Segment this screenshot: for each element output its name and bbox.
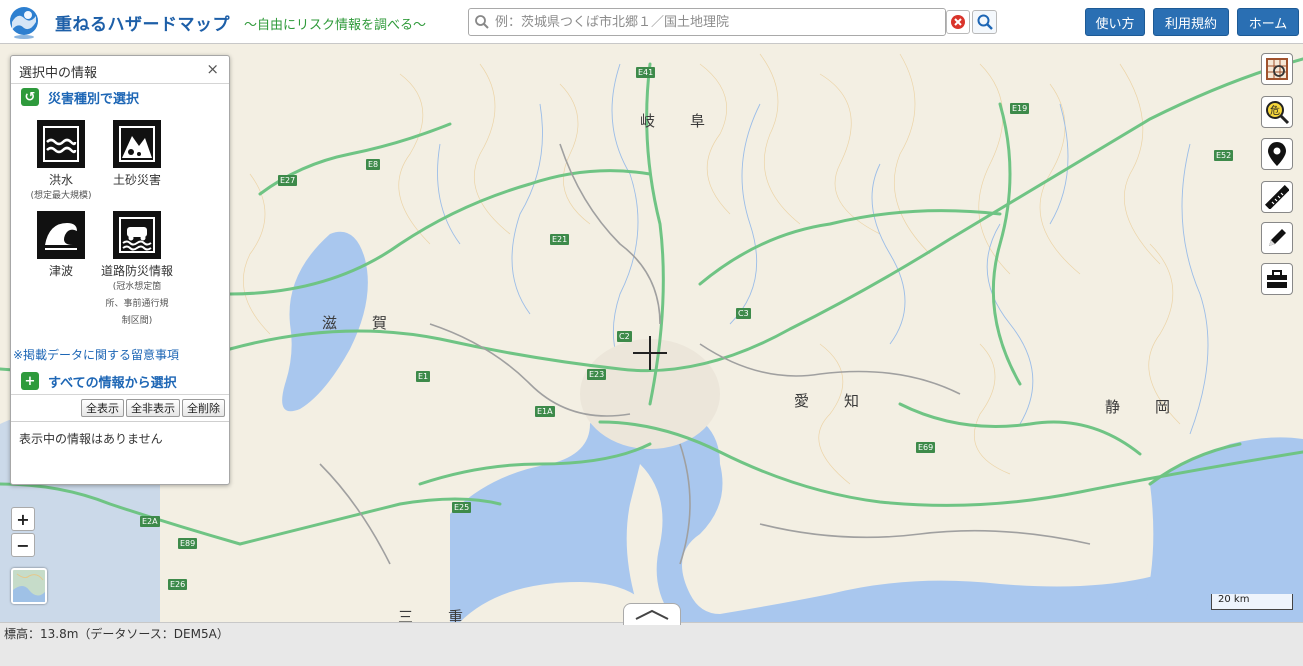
all-info-section-label: すべての情報から選択: [48, 375, 177, 391]
plus-icon: +: [21, 372, 39, 390]
basemap-thumbnail-icon: [13, 573, 45, 602]
place-gifu: 岐 阜: [640, 112, 716, 130]
ruler-button[interactable]: [1261, 181, 1293, 213]
layers-grid-icon: [1266, 58, 1288, 80]
back-arrow-icon: ↺: [21, 88, 39, 106]
layer-button-row: 全表示 全非表示 全削除: [81, 399, 225, 417]
disaster-type-section-header[interactable]: ↺ 災害種別で選択: [11, 84, 229, 110]
hazard-road-note-1: (冠水想定箇: [112, 282, 162, 292]
toolbox-button[interactable]: [1261, 263, 1293, 295]
show-all-button[interactable]: 全表示: [81, 399, 124, 417]
search-button[interactable]: [972, 10, 997, 34]
close-icon[interactable]: ×: [206, 60, 219, 78]
panel-title: 選択中の情報 ×: [11, 56, 229, 84]
map-scale-bar: 20 km: [1211, 594, 1293, 610]
road-shield: C3: [736, 308, 751, 319]
zoom-in-button[interactable]: +: [11, 507, 35, 531]
road-shield: E27: [278, 175, 298, 186]
svg-text:危: 危: [1270, 105, 1280, 117]
location-pin-icon: [1268, 142, 1286, 166]
hide-all-button[interactable]: 全非表示: [126, 399, 180, 417]
hazard-landslide-label: 土砂災害: [112, 173, 161, 187]
road-shield: E23: [587, 369, 607, 380]
road-shield: E1: [416, 371, 431, 382]
pencil-icon: [1269, 229, 1286, 246]
hazard-landslide[interactable]: 土砂災害: [92, 120, 182, 188]
road-shield: E1A: [535, 406, 555, 417]
pencil-button[interactable]: [1261, 222, 1293, 254]
app-subtitle: ～自由にリスク情報を調べる～: [244, 18, 427, 33]
hazard-road-label: 道路防災情報: [100, 264, 173, 278]
road-shield: E52: [1214, 150, 1234, 161]
road-shield: E8: [366, 159, 381, 170]
place-mie: 三 重: [398, 608, 474, 622]
tsunami-icon: [37, 211, 85, 259]
elevation-footer: 標高：13.8m（データソース：DEM5A）: [0, 622, 1303, 666]
road-shield: E41: [636, 67, 656, 78]
all-info-section-header[interactable]: + すべての情報から選択: [11, 367, 229, 395]
app-title[interactable]: 重ねるハザードマップ: [55, 10, 230, 35]
home-button[interactable]: ホーム: [1237, 8, 1299, 36]
search-box: [468, 8, 946, 36]
panel-title-text: 選択中の情報: [19, 66, 98, 81]
hazard-road-note-2: 所、事前通行規: [105, 299, 169, 309]
hazard-flood-note: (想定最大規模): [30, 191, 92, 201]
terms-button[interactable]: 利用規約: [1153, 8, 1229, 36]
landslide-icon: [113, 120, 161, 168]
hazard-search-icon: 危: [1266, 101, 1290, 125]
road-disaster-icon: [113, 211, 161, 259]
layers-grid-button[interactable]: [1261, 53, 1293, 85]
elevation-readout: 標高：13.8m（データソース：DEM5A）: [4, 627, 229, 641]
clear-search-button[interactable]: [946, 10, 970, 34]
hazard-road-disaster[interactable]: 道路防災情報 (冠水想定箇 所、事前通行規 制区間): [92, 211, 182, 330]
road-shield: E21: [550, 234, 570, 245]
road-shield: C2: [617, 331, 632, 342]
search-icon: [469, 9, 495, 35]
disaster-type-section-label: 災害種別で選択: [48, 91, 140, 107]
road-shield: E25: [452, 502, 472, 513]
ruler-icon: [1265, 185, 1289, 209]
search-input[interactable]: [495, 10, 945, 34]
zoom-out-button[interactable]: −: [11, 533, 35, 557]
expand-bottom-panel-button[interactable]: [623, 603, 681, 625]
hazard-search-button[interactable]: 危: [1261, 96, 1293, 128]
selected-info-panel: 選択中の情報 × ↺ 災害種別で選択 洪水 (想定最大規模) 土砂災害 津波 道…: [10, 55, 230, 485]
road-shield: E19: [1010, 103, 1030, 114]
chevron-up-icon: [635, 609, 669, 620]
flood-icon: [37, 120, 85, 168]
active-info-list: 表示中の情報はありません: [11, 421, 229, 485]
app-header: 重ねるハザードマップ ～自由にリスク情報を調べる～ 使い方 利用規約 ホーム: [0, 0, 1303, 44]
toolbox-icon: [1267, 270, 1287, 288]
place-aichi: 愛 知: [794, 392, 870, 410]
road-shield: E69: [916, 442, 936, 453]
hazard-road-note-3: 制区間): [121, 316, 153, 326]
globe-logo-icon[interactable]: [6, 4, 42, 40]
empty-info-message: 表示中の情報はありません: [19, 432, 163, 446]
basemap-thumbnail-button[interactable]: [11, 568, 47, 604]
road-shield: E26: [168, 579, 188, 590]
road-shield: E2A: [140, 516, 160, 527]
clear-icon: [951, 15, 965, 29]
go-search-icon: [977, 14, 993, 30]
center-crosshair-icon: [633, 336, 667, 370]
help-button[interactable]: 使い方: [1085, 8, 1145, 36]
place-shizuoka: 静 岡: [1105, 398, 1181, 416]
road-shield: E89: [178, 538, 198, 549]
data-notice-link[interactable]: ※掲載データに関する留意事項: [13, 346, 179, 363]
delete-all-button[interactable]: 全削除: [182, 399, 225, 417]
place-shiga: 滋 賀: [322, 314, 398, 332]
location-pin-button[interactable]: [1261, 138, 1293, 170]
